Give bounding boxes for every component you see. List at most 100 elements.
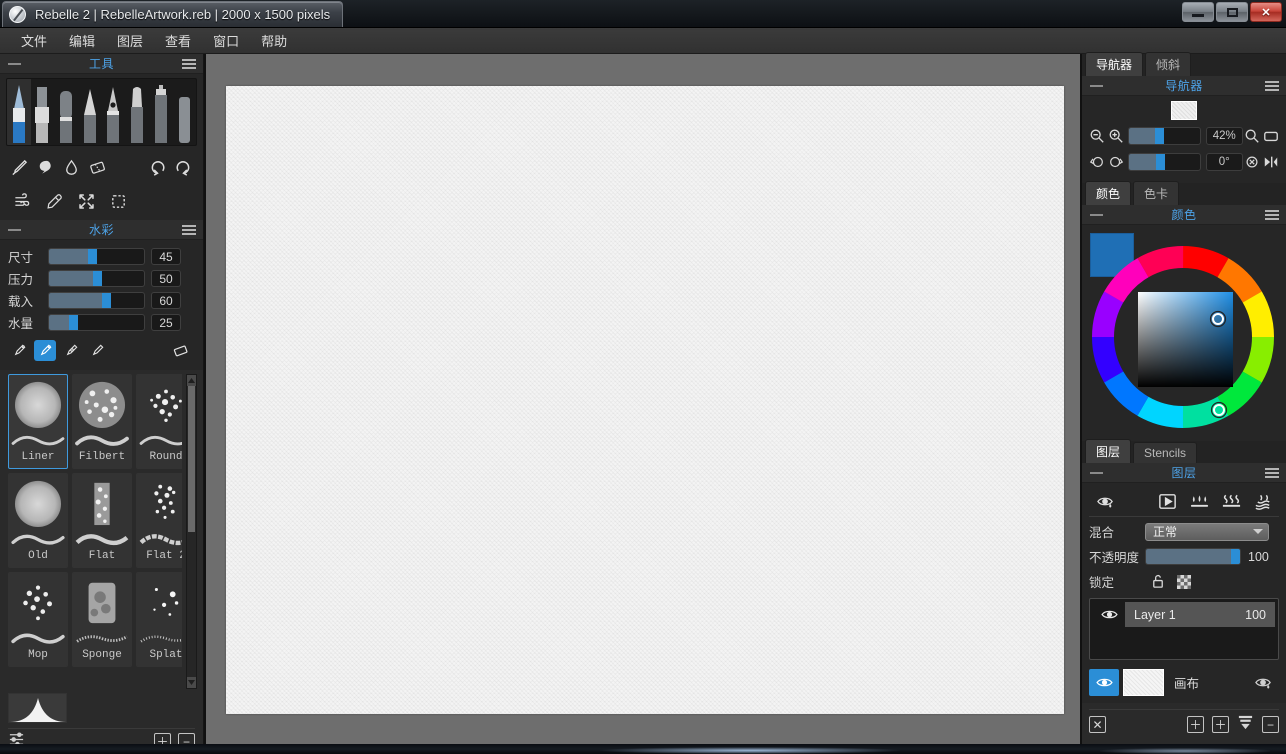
tab-swatches[interactable]: 色卡 xyxy=(1133,181,1180,205)
close-button[interactable]: ✕ xyxy=(1250,2,1282,22)
color-wheel[interactable] xyxy=(1088,229,1278,435)
preset-flat-2[interactable]: Flat 2 xyxy=(136,473,182,568)
param-load-slider[interactable] xyxy=(48,292,145,309)
opacity-slider[interactable] xyxy=(1145,548,1241,565)
zoom-value[interactable]: 42% xyxy=(1205,127,1243,145)
magnifier-icon[interactable] xyxy=(1243,127,1262,146)
collapse-icon[interactable] xyxy=(1090,84,1103,87)
collapse-icon[interactable] xyxy=(1090,471,1103,474)
layer-item-layer-1[interactable]: Layer 1 100 xyxy=(1125,602,1275,627)
navigator-thumbnail[interactable] xyxy=(1171,101,1197,120)
scroll-up-icon[interactable] xyxy=(187,375,196,386)
preset-curve-thumb[interactable] xyxy=(8,693,67,723)
scrollbar-thumb[interactable] xyxy=(188,386,195,532)
preset-splat[interactable]: Splat xyxy=(136,572,182,667)
wet-view-icon[interactable] xyxy=(1089,490,1121,514)
preset-filbert[interactable]: Filbert xyxy=(72,374,132,469)
preset-scrollbar[interactable] xyxy=(186,374,197,689)
param-size-value[interactable]: 45 xyxy=(151,248,181,265)
delete-all-icon[interactable]: ✕ xyxy=(1089,716,1106,733)
rotation-slider[interactable] xyxy=(1128,153,1201,171)
param-pressure-slider[interactable] xyxy=(48,270,145,287)
blow-icon[interactable] xyxy=(6,189,38,213)
preset-liner[interactable]: Liner xyxy=(8,374,68,469)
tab-tilt[interactable]: 倾斜 xyxy=(1145,52,1192,76)
tab-color[interactable]: 颜色 xyxy=(1085,181,1132,205)
rotate-left-icon[interactable] xyxy=(1088,153,1107,172)
add-layer-icon[interactable]: ＋ xyxy=(1187,716,1204,733)
layers-panel-menu-icon[interactable] xyxy=(1265,466,1279,480)
eraser-icon[interactable] xyxy=(169,340,191,361)
preset-old[interactable]: Old xyxy=(8,473,68,568)
selection-icon[interactable] xyxy=(102,189,134,213)
minimize-button[interactable] xyxy=(1182,2,1214,22)
param-water-slider[interactable] xyxy=(48,314,145,331)
param-load-value[interactable]: 60 xyxy=(151,292,181,309)
redo-icon[interactable] xyxy=(171,155,197,179)
lock-transparency-icon[interactable] xyxy=(1171,570,1197,594)
zoom-out-icon[interactable] xyxy=(1088,127,1107,146)
menu-item-layer[interactable]: 图层 xyxy=(106,28,154,53)
canvas-visibility-icon[interactable] xyxy=(1089,668,1119,696)
merge-down-icon[interactable] xyxy=(1237,714,1254,736)
canvas-thumbnail[interactable] xyxy=(1123,668,1164,696)
zoom-slider[interactable] xyxy=(1128,127,1201,145)
blend-icon[interactable] xyxy=(32,155,58,179)
tool-pen[interactable] xyxy=(102,79,126,145)
param-size-slider[interactable] xyxy=(48,248,145,265)
tool-marker[interactable] xyxy=(125,79,149,145)
unlock-icon[interactable] xyxy=(1145,570,1171,594)
tool-acrylic[interactable] xyxy=(31,79,55,145)
rotate-right-icon[interactable] xyxy=(1107,153,1126,172)
collapse-icon[interactable] xyxy=(1090,213,1103,216)
watercolor-panel-menu-icon[interactable] xyxy=(182,223,196,237)
canvas-layer-row[interactable]: 画布 xyxy=(1089,667,1279,697)
menu-item-help[interactable]: 帮助 xyxy=(250,28,298,53)
menu-item-edit[interactable]: 编辑 xyxy=(58,28,106,53)
preset-mop[interactable]: Mop xyxy=(8,572,68,667)
wet-view-icon[interactable] xyxy=(1247,670,1279,694)
zoom-in-icon[interactable] xyxy=(1107,127,1126,146)
eraser-icon[interactable] xyxy=(85,155,111,179)
collapse-icon[interactable] xyxy=(8,228,21,231)
menu-item-file[interactable]: 文件 xyxy=(10,28,58,53)
menu-item-window[interactable]: 窗口 xyxy=(202,28,250,53)
preset-sponge[interactable]: Sponge xyxy=(72,572,132,667)
collapse-icon[interactable] xyxy=(8,62,21,65)
scroll-down-icon[interactable] xyxy=(187,677,196,688)
canvas-paper[interactable] xyxy=(226,86,1064,714)
play-icon[interactable] xyxy=(1151,490,1183,514)
layer-row[interactable]: Layer 1 100 xyxy=(1093,602,1275,627)
water-icon[interactable] xyxy=(1247,490,1279,514)
maximize-button[interactable] xyxy=(1216,2,1248,22)
brush-icon[interactable] xyxy=(6,155,32,179)
tab-layers[interactable]: 图层 xyxy=(1085,439,1132,463)
param-pressure-value[interactable]: 50 xyxy=(151,270,181,287)
tool-watercolor[interactable] xyxy=(7,79,31,145)
param-water-value[interactable]: 25 xyxy=(151,314,181,331)
tool-pencil[interactable] xyxy=(78,79,102,145)
navigator-panel-menu-icon[interactable] xyxy=(1265,79,1279,93)
undo-icon[interactable] xyxy=(145,155,171,179)
preset-flat[interactable]: Flat xyxy=(72,473,132,568)
layer-visibility-icon[interactable] xyxy=(1093,608,1125,621)
water-drop-icon[interactable] xyxy=(58,155,84,179)
menu-item-view[interactable]: 查看 xyxy=(154,28,202,53)
tool-ink[interactable] xyxy=(172,79,196,145)
rotation-value[interactable]: 0° xyxy=(1205,153,1243,171)
color-panel-menu-icon[interactable] xyxy=(1265,208,1279,222)
tools-panel-menu-icon[interactable] xyxy=(182,57,196,71)
brush-variant-3-icon[interactable] xyxy=(60,340,82,361)
canvas-area[interactable] xyxy=(204,54,1082,744)
eyedropper-icon[interactable] xyxy=(38,189,70,213)
brush-variant-4-icon[interactable] xyxy=(86,340,108,361)
dry-icon[interactable] xyxy=(1215,490,1247,514)
tool-airbrush[interactable] xyxy=(149,79,173,145)
blend-mode-select[interactable]: 正常 xyxy=(1145,522,1269,541)
brush-variant-1-icon[interactable] xyxy=(8,340,30,361)
brush-variant-2-icon[interactable] xyxy=(34,339,56,361)
drops-icon[interactable] xyxy=(1183,490,1215,514)
preset-round[interactable]: Round xyxy=(136,374,182,469)
layer-list[interactable]: Layer 1 100 xyxy=(1089,598,1279,660)
duplicate-layer-icon[interactable]: ＋ xyxy=(1212,716,1229,733)
